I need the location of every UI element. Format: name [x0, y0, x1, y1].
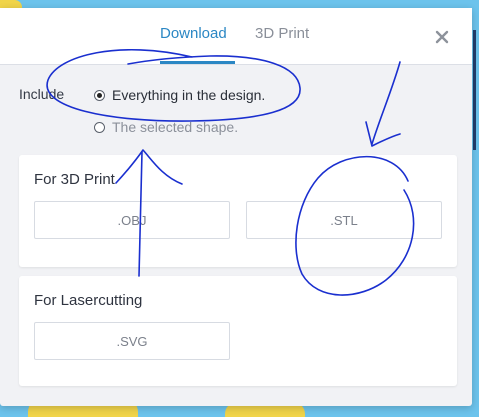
- section-3d-print: For 3D Print .OBJ .STL: [19, 155, 457, 267]
- section-title: For 3D Print: [34, 171, 115, 188]
- radio-option-selected-shape[interactable]: The selected shape.: [94, 118, 238, 136]
- background-outline: [473, 30, 479, 150]
- active-tab-indicator: [160, 61, 235, 64]
- radio-option-everything[interactable]: Everything in the design.: [94, 86, 265, 104]
- include-label: Include: [19, 86, 65, 102]
- section-title: For Lasercutting: [34, 292, 143, 309]
- tab-download[interactable]: Download: [160, 25, 227, 42]
- tab-3d-print[interactable]: 3D Print: [255, 25, 309, 42]
- svg-download-button[interactable]: .SVG: [34, 322, 230, 360]
- stl-download-button[interactable]: .STL: [246, 201, 442, 239]
- dialog-header: Download 3D Print: [0, 8, 472, 65]
- radio-button-selected[interactable]: [94, 89, 105, 101]
- section-lasercutting: For Lasercutting .SVG: [19, 276, 457, 386]
- radio-option-label: Everything in the design.: [112, 87, 266, 103]
- radio-option-label: The selected shape.: [112, 119, 239, 135]
- close-icon[interactable]: [433, 28, 451, 46]
- export-dialog: Download 3D Print Include Everything in …: [0, 8, 472, 406]
- obj-download-button[interactable]: .OBJ: [34, 201, 230, 239]
- radio-button[interactable]: [94, 121, 105, 133]
